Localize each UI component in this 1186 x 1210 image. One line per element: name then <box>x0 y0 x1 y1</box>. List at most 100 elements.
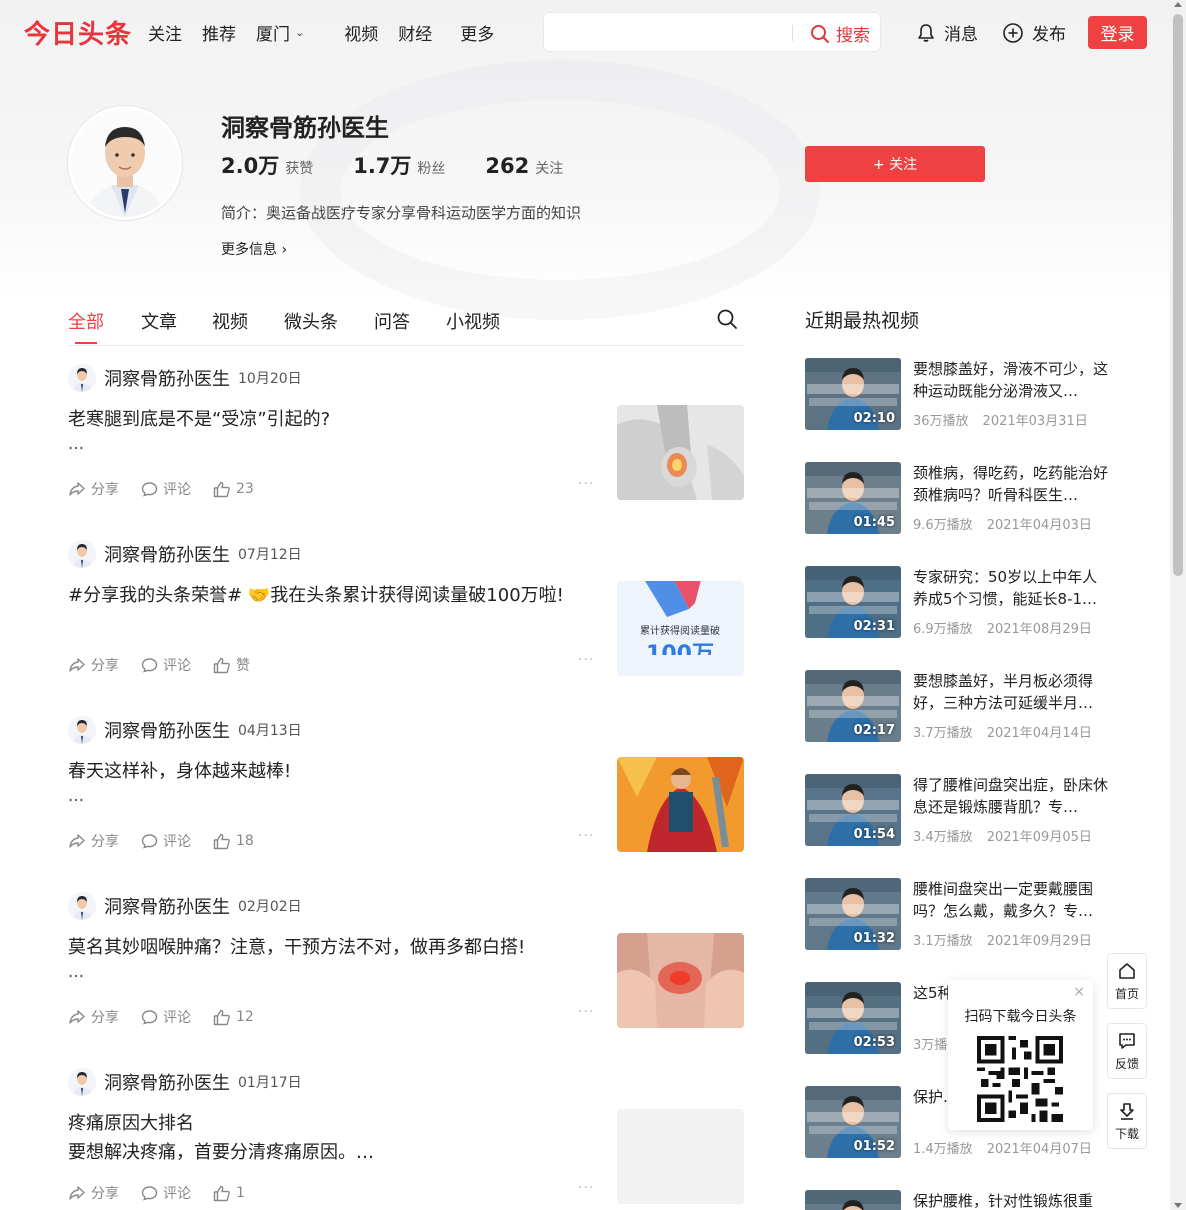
more-options-icon[interactable]: ··· <box>578 1004 594 1020</box>
more-info-link[interactable]: 更多信息 › <box>221 239 287 259</box>
nav-item-city[interactable]: 厦门 ⌄ <box>256 20 324 45</box>
login-button[interactable]: 登录 <box>1088 16 1147 49</box>
feed-post[interactable]: 洞察骨筋孙医生 01月17日疼痛原因大排名 要想解决疼痛，首要分清疼痛原因。… 分享 评… <box>68 1058 744 1210</box>
author-avatar[interactable] <box>68 540 96 568</box>
post-thumbnail[interactable] <box>617 1109 744 1204</box>
nav-item-more[interactable]: 更多 <box>460 20 494 45</box>
author-avatar[interactable] <box>68 716 96 744</box>
nav-item-recommend[interactable]: 推荐 <box>202 20 236 45</box>
publish-button[interactable]: 发布 <box>1002 20 1066 45</box>
scroll-down-arrow[interactable] <box>1174 1203 1182 1208</box>
follow-button[interactable]: + 关注 <box>805 146 985 182</box>
hot-video-item[interactable]: 02:17 要想膝盖好，半月板必须得好，三种方法可延缓半月… 3.7万播放 2021年… <box>805 670 1115 744</box>
video-title[interactable]: 要想膝盖好，滑液不可少，这种运动既能分泌滑液又… <box>913 358 1109 402</box>
post-excerpt[interactable]: … <box>68 786 84 805</box>
tab-qa[interactable]: 问答 <box>374 308 410 334</box>
following-stat[interactable]: 262 关注 <box>485 154 563 178</box>
comment-button[interactable]: 评论 <box>141 831 191 851</box>
scrollbar-thumb[interactable] <box>1173 14 1183 576</box>
video-thumbnail[interactable]: 02:10 <box>805 358 901 430</box>
post-thumbnail[interactable]: 累计获得阅读量破 100万 <box>617 581 744 676</box>
home-float-button[interactable]: 首页 <box>1107 953 1147 1009</box>
video-thumbnail[interactable] <box>805 1190 901 1210</box>
like-button[interactable]: 18 <box>213 833 254 850</box>
post-author[interactable]: 洞察骨筋孙医生 02月02日 <box>68 892 302 920</box>
video-thumbnail[interactable]: 01:54 <box>805 774 901 846</box>
download-float-button[interactable]: 下载 <box>1107 1093 1147 1149</box>
feedback-float-button[interactable]: 反馈 <box>1107 1023 1147 1079</box>
author-name[interactable]: 洞察骨筋孙医生 <box>104 365 230 391</box>
tab-articles[interactable]: 文章 <box>141 308 177 334</box>
share-button[interactable]: 分享 <box>68 1007 119 1027</box>
hot-video-item[interactable]: 保护腰椎，针对性锻炼很重 <box>805 1190 1115 1210</box>
post-title[interactable]: 疼痛原因大排名 <box>68 1110 598 1138</box>
search-button[interactable]: 搜索 <box>810 21 870 46</box>
comment-button[interactable]: 评论 <box>141 479 191 499</box>
share-button[interactable]: 分享 <box>68 831 119 851</box>
tab-search-button[interactable] <box>716 308 738 334</box>
feed-post[interactable]: 洞察骨筋孙医生 10月20日 老寒腿到底是不是“受凉”引起的?… 分享 评论 23 ··· <box>68 354 744 530</box>
author-name[interactable]: 洞察骨筋孙医生 <box>104 717 230 743</box>
nav-item-finance[interactable]: 财经 <box>398 20 432 45</box>
share-button[interactable]: 分享 <box>68 479 119 499</box>
video-title[interactable]: 腰椎间盘突出一定要戴腰围吗？怎么戴，戴多久？专… <box>913 878 1109 922</box>
post-title[interactable]: #分享我的头条荣誉# 🤝我在头条累计获得阅读量破100万啦! <box>68 582 598 610</box>
messages-button[interactable]: 消息 <box>916 20 978 45</box>
post-title[interactable]: 春天这样补，身体越来越棒! <box>68 758 598 786</box>
post-excerpt[interactable]: 要想解决疼痛，首要分清疼痛原因。… <box>68 1138 374 1164</box>
post-author[interactable]: 洞察骨筋孙医生 04月13日 <box>68 716 302 744</box>
post-author[interactable]: 洞察骨筋孙医生 01月17日 <box>68 1068 302 1096</box>
post-thumbnail[interactable] <box>617 757 744 852</box>
logo[interactable]: 今日头条 <box>24 14 132 51</box>
video-thumbnail[interactable]: 01:32 <box>805 878 901 950</box>
tab-micro[interactable]: 微头条 <box>284 308 338 334</box>
feed-post[interactable]: 洞察骨筋孙医生 04月13日春天这样补，身体越来越棒!… 分享 评论 18 ··· <box>68 706 744 882</box>
post-thumbnail[interactable] <box>617 933 744 1028</box>
comment-button[interactable]: 评论 <box>141 1183 191 1203</box>
more-options-icon[interactable]: ··· <box>578 652 594 668</box>
feed-post[interactable]: 洞察骨筋孙医生 07月12日 #分享我的头条荣誉# 🤝我在头条累计获得阅读量破100… <box>68 530 744 706</box>
like-button[interactable]: 23 <box>213 481 254 498</box>
video-thumbnail[interactable]: 01:45 <box>805 462 901 534</box>
video-thumbnail[interactable]: 02:53 <box>805 982 901 1054</box>
post-excerpt[interactable]: … <box>68 962 84 981</box>
nav-item-video[interactable]: 视频 <box>344 20 378 45</box>
author-avatar[interactable] <box>68 364 96 392</box>
video-title[interactable]: 颈椎病，得吃药，吃药能治好颈椎病吗？听骨科医生… <box>913 462 1109 506</box>
hot-video-item[interactable]: 02:10 要想膝盖好，滑液不可少，这种运动既能分泌滑液又… 36万播放 2021年0… <box>805 358 1115 432</box>
comment-button[interactable]: 评论 <box>141 1007 191 1027</box>
hot-video-item[interactable]: 02:31 专家研究：50岁以上中年人养成5个习惯，能延长8-1… 6.9万播放 20… <box>805 566 1115 640</box>
scrollbar[interactable] <box>1170 0 1186 1210</box>
author-name[interactable]: 洞察骨筋孙医生 <box>104 541 230 567</box>
video-thumbnail[interactable]: 01:52 <box>805 1086 901 1158</box>
fans-stat[interactable]: 1.7万 粉丝 <box>353 150 445 180</box>
video-title[interactable]: 要想膝盖好，半月板必须得好，三种方法可延缓半月… <box>913 670 1109 714</box>
video-thumbnail[interactable]: 02:31 <box>805 566 901 638</box>
video-title[interactable]: 专家研究：50岁以上中年人养成5个习惯，能延长8-1… <box>913 566 1109 610</box>
post-excerpt[interactable]: … <box>68 434 84 453</box>
like-button[interactable]: 12 <box>213 1009 254 1026</box>
tab-all[interactable]: 全部 <box>68 308 104 344</box>
scroll-up-arrow[interactable] <box>1174 2 1182 7</box>
search-input[interactable] <box>554 21 784 45</box>
post-title[interactable]: 老寒腿到底是不是“受凉”引起的? <box>68 406 598 434</box>
hot-video-item[interactable]: 01:45 颈椎病，得吃药，吃药能治好颈椎病吗？听骨科医生… 9.6万播放 2021年… <box>805 462 1115 536</box>
tab-videos[interactable]: 视频 <box>212 308 248 334</box>
like-button[interactable]: 赞 <box>213 655 250 675</box>
author-avatar[interactable] <box>68 1068 96 1096</box>
post-title[interactable]: 莫名其妙咽喉肿痛？注意，干预方法不对，做再多都白搭! <box>68 934 598 962</box>
more-options-icon[interactable]: ··· <box>578 1180 594 1196</box>
more-options-icon[interactable]: ··· <box>578 476 594 492</box>
post-thumbnail[interactable] <box>617 405 744 500</box>
author-name[interactable]: 洞察骨筋孙医生 <box>104 1069 230 1095</box>
share-button[interactable]: 分享 <box>68 1183 119 1203</box>
more-options-icon[interactable]: ··· <box>578 828 594 844</box>
close-icon[interactable]: × <box>1073 984 1085 1000</box>
author-name[interactable]: 洞察骨筋孙医生 <box>104 893 230 919</box>
like-button[interactable]: 1 <box>213 1185 245 1202</box>
video-thumbnail[interactable]: 02:17 <box>805 670 901 742</box>
post-author[interactable]: 洞察骨筋孙医生 07月12日 <box>68 540 302 568</box>
hot-video-item[interactable]: 01:32 腰椎间盘突出一定要戴腰围吗？怎么戴，戴多久？专… 3.1万播放 2021年… <box>805 878 1115 952</box>
share-button[interactable]: 分享 <box>68 655 119 675</box>
hot-video-item[interactable]: 01:54 得了腰椎间盘突出症，卧床休息还是锻炼腰背肌？专… 3.4万播放 2021年… <box>805 774 1115 848</box>
